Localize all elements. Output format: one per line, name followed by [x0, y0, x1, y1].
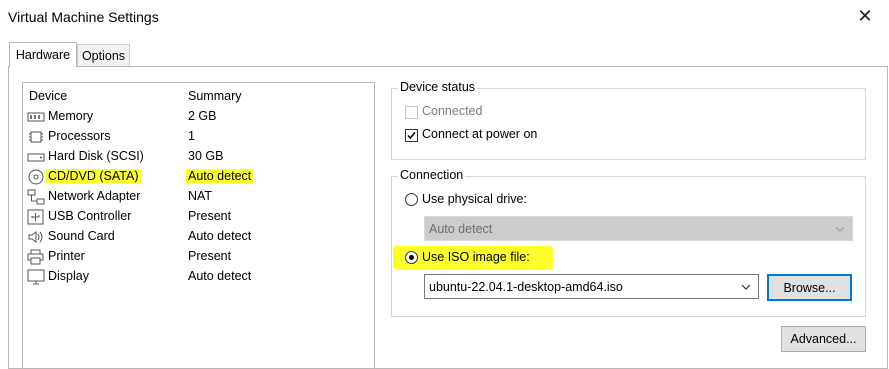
printer-icon	[27, 249, 44, 265]
device-summary: 1	[188, 129, 195, 143]
close-icon[interactable]: ✕	[855, 6, 875, 26]
device-row-network-adapter[interactable]: Network Adapter NAT	[23, 187, 374, 207]
use-iso-image-label: Use ISO image file:	[422, 250, 530, 264]
connect-at-power-on-label: Connect at power on	[422, 127, 538, 141]
device-status-group	[391, 88, 866, 160]
connected-label: Connected	[422, 104, 483, 118]
display-icon	[27, 269, 45, 285]
chevron-down-icon	[835, 226, 845, 232]
device-summary: Auto detect	[188, 269, 252, 283]
browse-button-label: Browse...	[783, 280, 836, 295]
tab-hardware-label: Hardware	[15, 48, 71, 62]
processor-icon	[29, 131, 43, 143]
device-name: Processors	[48, 129, 111, 143]
advanced-button-label: Advanced...	[790, 332, 857, 346]
connection-label: Connection	[398, 168, 466, 182]
usb-icon	[27, 209, 44, 225]
device-name: Memory	[48, 109, 94, 123]
device-name: USB Controller	[48, 209, 132, 223]
device-row-usb-controller[interactable]: USB Controller Present	[23, 207, 374, 227]
hard-disk-icon	[27, 153, 45, 162]
device-name: Network Adapter	[48, 189, 141, 203]
use-physical-drive-radio[interactable]	[405, 193, 418, 206]
tab-options-label: Options	[81, 48, 126, 63]
physical-drive-select[interactable]: Auto detect	[424, 216, 853, 241]
speaker-icon	[28, 231, 43, 243]
device-row-sound-card[interactable]: Sound Card Auto detect	[23, 227, 374, 247]
device-row-hard-disk[interactable]: Hard Disk (SCSI) 30 GB	[23, 147, 374, 167]
device-summary: NAT	[188, 189, 213, 203]
device-row-processors[interactable]: Processors 1	[23, 127, 374, 147]
memory-icon	[27, 112, 45, 122]
connect-at-power-on-checkbox[interactable]	[405, 129, 418, 142]
device-row-display[interactable]: Display Auto detect	[23, 267, 374, 287]
device-summary: Auto detect	[186, 169, 254, 183]
iso-image-path-value: ubuntu-22.04.1-desktop-amd64.iso	[429, 280, 623, 294]
device-name: Printer	[48, 249, 85, 263]
device-status-label: Device status	[398, 80, 478, 94]
column-header-summary[interactable]: Summary	[188, 89, 241, 103]
check-icon	[407, 132, 416, 140]
tab-hardware[interactable]: Hardware	[9, 42, 77, 67]
device-name: Sound Card	[48, 229, 115, 243]
cd-dvd-icon	[28, 169, 44, 185]
window-title: Virtual Machine Settings	[8, 9, 159, 25]
device-summary: 30 GB	[188, 149, 224, 163]
device-summary: Auto detect	[188, 229, 252, 243]
device-row-cd-dvd[interactable]: CD/DVD (SATA) Auto detect	[23, 167, 374, 187]
connected-checkbox[interactable]	[405, 106, 418, 119]
device-row-printer[interactable]: Printer Present	[23, 247, 374, 267]
column-header-device[interactable]: Device	[29, 89, 67, 103]
physical-drive-value: Auto detect	[429, 222, 493, 236]
device-name: Display	[48, 269, 89, 283]
device-name: CD/DVD (SATA)	[46, 169, 141, 183]
device-row-memory[interactable]: Memory 2 GB	[23, 107, 374, 127]
device-summary: 2 GB	[188, 109, 217, 123]
advanced-button[interactable]: Advanced...	[781, 326, 866, 352]
device-summary: Present	[188, 209, 232, 223]
device-list[interactable]: Device Summary Memory 2 GB Processors 1 …	[22, 82, 375, 369]
browse-button[interactable]: Browse...	[767, 274, 852, 301]
device-summary: Present	[188, 249, 232, 263]
chevron-down-icon	[741, 284, 751, 290]
iso-image-path-combobox[interactable]: ubuntu-22.04.1-desktop-amd64.iso	[424, 274, 759, 299]
use-physical-drive-label: Use physical drive:	[422, 192, 527, 206]
tab-options[interactable]: Options	[77, 44, 130, 66]
network-adapter-icon	[27, 189, 45, 205]
use-iso-image-radio[interactable]	[405, 251, 418, 264]
title-bar: Virtual Machine Settings ✕	[0, 0, 889, 34]
device-name: Hard Disk (SCSI)	[48, 149, 144, 163]
